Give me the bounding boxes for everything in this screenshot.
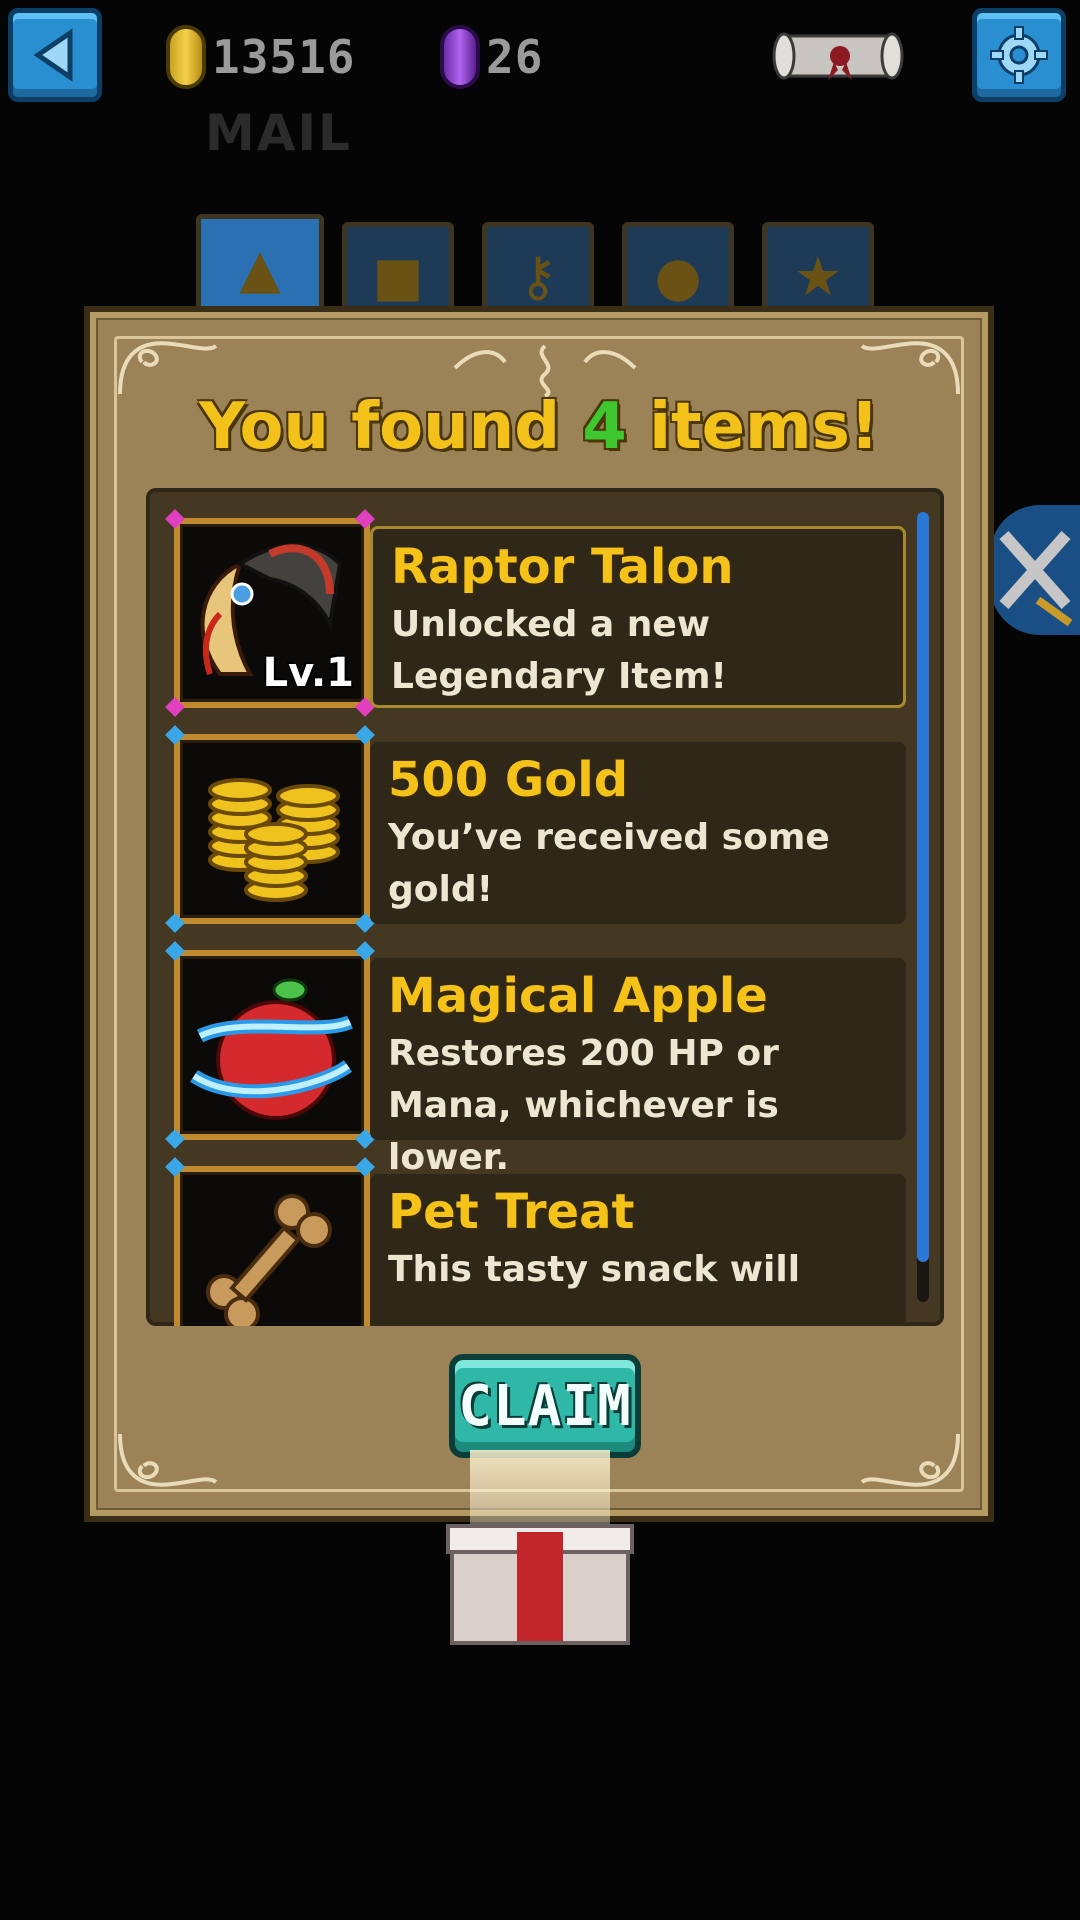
item-card: Magical Apple Restores 200 HP or Mana, w…: [370, 958, 906, 1178]
apple-icon: [190, 978, 353, 1120]
list-item[interactable]: Magical Apple Restores 200 HP or Mana, w…: [165, 941, 906, 1178]
item-card: 500 Gold You’ve received some gold!: [370, 742, 906, 924]
star-icon: ★: [793, 245, 843, 308]
gem-icon: [440, 25, 480, 89]
item-description: You’ve received some gold!: [388, 817, 830, 910]
ornament-icon: [453, 344, 637, 398]
item-name: 500 Gold: [388, 752, 629, 808]
gear-icon: [990, 26, 1048, 84]
paw-icon: ●: [654, 245, 702, 308]
bone-icon: [206, 1194, 332, 1326]
item-icon-frame: [174, 734, 370, 924]
gold-coins-icon: [208, 778, 340, 902]
ornament-icon: [860, 1433, 960, 1487]
scrollbar-thumb[interactable]: [917, 512, 929, 1262]
gift-box-icon: [446, 1524, 634, 1645]
item-name: Raptor Talon: [391, 539, 734, 595]
gift-ribbon: [517, 1532, 563, 1641]
item-card: Pet Treat This tasty snack will: [370, 1174, 906, 1326]
settings-button[interactable]: [972, 8, 1066, 102]
gem-amount: 26: [486, 30, 544, 84]
title-suffix: items!: [626, 390, 880, 464]
list-item[interactable]: 500 Gold You’ve received some gold!: [165, 725, 906, 933]
scroll-icon[interactable]: [770, 22, 905, 90]
list-item[interactable]: Pet Treat This tasty snack will: [165, 1157, 906, 1326]
key-icon: ⚷: [518, 245, 558, 308]
claim-label: CLAIM: [458, 1373, 632, 1439]
reward-list[interactable]: Lv.1 Raptor Talon Unlocked a new Legenda…: [146, 488, 944, 1326]
crossed-swords-icon: [999, 531, 1073, 627]
gold-coin-icon: [166, 25, 206, 89]
gem-counter: 26: [440, 25, 543, 89]
ornament-icon: [118, 1433, 218, 1487]
rewards-dialog: You found 4 items! Lv.1 Raptor Talon Unl…: [84, 306, 994, 1522]
claim-button[interactable]: CLAIM: [449, 1354, 641, 1458]
item-name: Magical Apple: [388, 968, 768, 1024]
scrollbar[interactable]: [917, 512, 929, 1302]
level-badge: Lv.1: [262, 650, 354, 696]
house-icon: ▲: [239, 237, 281, 300]
battle-badge[interactable]: [990, 505, 1080, 635]
item-card: Raptor Talon Unlocked a new Legendary It…: [370, 526, 906, 708]
list-item[interactable]: Lv.1 Raptor Talon Unlocked a new Legenda…: [165, 509, 906, 717]
item-description: Restores 200 HP or Mana, whichever is lo…: [388, 1033, 779, 1178]
title-prefix: You found: [198, 390, 583, 464]
item-description: This tasty snack will: [388, 1249, 801, 1290]
item-icon-frame: [174, 1166, 370, 1326]
bag-icon: ■: [372, 245, 424, 308]
back-arrow-icon: [33, 28, 73, 82]
dialog-title: You found 4 items!: [90, 390, 988, 464]
section-title: MAIL: [205, 104, 352, 162]
back-button[interactable]: [8, 8, 102, 102]
item-description: Unlocked a new Legendary Item!: [391, 604, 727, 697]
item-count: 4: [582, 390, 627, 464]
item-icon-frame: [174, 950, 370, 1140]
item-icon-frame: Lv.1: [174, 518, 370, 708]
gold-amount: 13516: [212, 30, 356, 84]
item-name: Pet Treat: [388, 1184, 635, 1240]
gold-counter: 13516: [166, 25, 355, 89]
